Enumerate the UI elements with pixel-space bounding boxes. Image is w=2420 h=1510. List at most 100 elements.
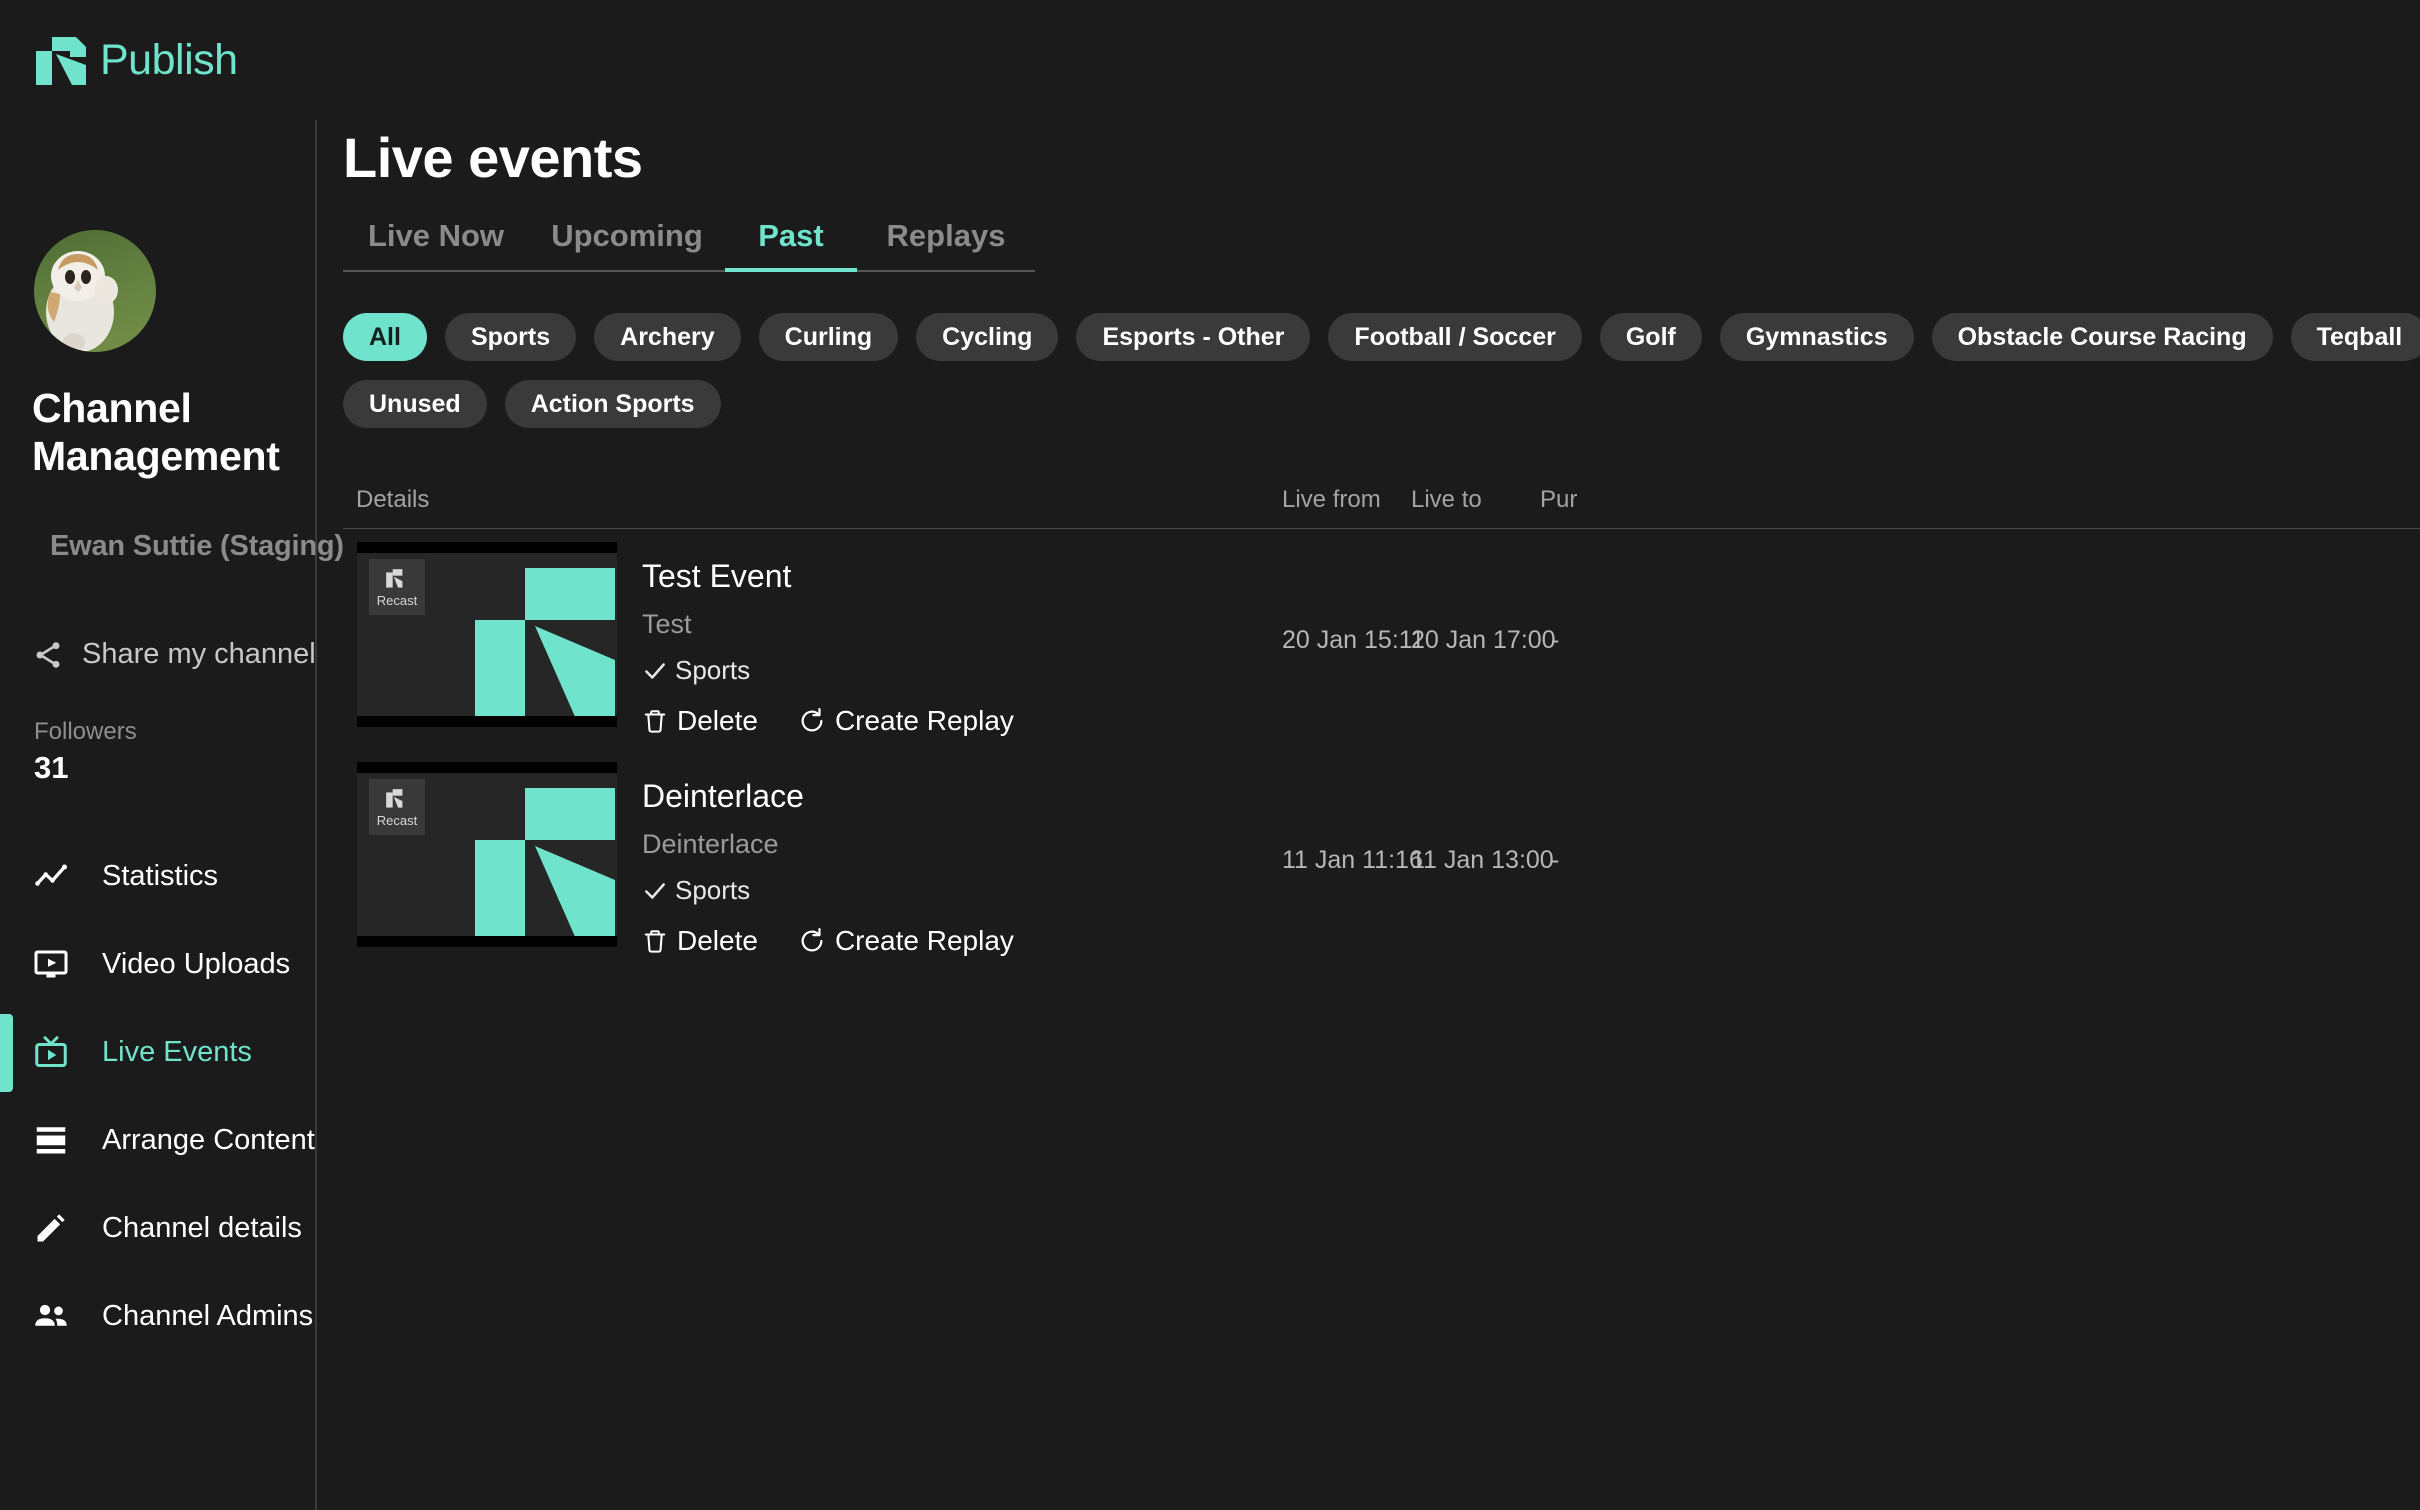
- sidebar-item-video-uploads[interactable]: Video Uploads: [0, 920, 316, 1008]
- chip-football-soccer[interactable]: Football / Soccer: [1328, 313, 1582, 361]
- recast-logo-icon: [475, 788, 615, 947]
- delete-label: Delete: [677, 925, 758, 956]
- sidebar-item-label: Arrange Content: [102, 1123, 315, 1156]
- table-row: Recast Test Event Test Sports Delete Cre…: [343, 529, 2420, 749]
- chip-golf[interactable]: Golf: [1599, 313, 1702, 361]
- channel-owner: Ewan Suttie (Staging): [50, 530, 344, 562]
- event-subtitle: Deinterlace: [642, 829, 779, 859]
- event-category: Sports: [642, 875, 750, 906]
- video-monitor-icon: [32, 945, 70, 983]
- chip-sports[interactable]: Sports: [444, 313, 577, 361]
- create-replay-button[interactable]: Create Replay: [798, 925, 1014, 957]
- event-category-label: Sports: [675, 875, 751, 905]
- tv-play-icon: [32, 1033, 70, 1071]
- brand-logo[interactable]: Publish: [36, 36, 238, 85]
- sidebar-item-live-events[interactable]: Live Events: [0, 1008, 316, 1096]
- chip-esports-other[interactable]: Esports - Other: [1076, 313, 1311, 361]
- event-thumbnail[interactable]: Recast: [357, 762, 617, 947]
- chip-curling[interactable]: Curling: [758, 313, 899, 361]
- refresh-icon: [801, 927, 823, 952]
- owl-avatar-image: [34, 230, 156, 352]
- cell-live-to: 20 Jan 17:00: [1411, 626, 1556, 654]
- event-title[interactable]: Deinterlace: [642, 778, 804, 815]
- main-content: Live events Live Now Upcoming Past Repla…: [316, 0, 2420, 1510]
- trash-icon: [644, 930, 666, 953]
- cell-purchases: -: [1551, 846, 1560, 874]
- thumbnail-letterbox-bottom: [357, 936, 617, 947]
- refresh-icon: [801, 707, 823, 732]
- chip-all[interactable]: All: [343, 313, 427, 361]
- avatar[interactable]: [34, 230, 156, 352]
- create-replay-button[interactable]: Create Replay: [798, 705, 1014, 737]
- thumbnail-letterbox-top: [357, 542, 617, 553]
- event-category-label: Sports: [675, 655, 751, 685]
- trash-icon: [644, 710, 666, 733]
- column-header-purchases: Pur: [1540, 486, 1578, 513]
- share-my-channel-label: Share my channel: [82, 638, 316, 670]
- category-filter-chips: All Sports Archery Curling Cycling Espor…: [343, 313, 2420, 428]
- cell-purchases: -: [1551, 626, 1560, 654]
- recast-logo-icon: [36, 36, 86, 85]
- share-icon: [36, 641, 60, 668]
- create-replay-label: Create Replay: [834, 925, 1014, 956]
- chip-unused[interactable]: Unused: [343, 380, 487, 428]
- recast-watermark: Recast: [369, 559, 425, 615]
- tab-bar: Live Now Upcoming Past Replays: [343, 210, 1035, 272]
- sidebar-nav: Statistics Video Uploads Live Events Arr…: [0, 832, 316, 1360]
- chip-cycling[interactable]: Cycling: [916, 313, 1059, 361]
- tab-past[interactable]: Past: [725, 218, 857, 272]
- recast-watermark-label: Recast: [376, 813, 418, 828]
- tab-upcoming[interactable]: Upcoming: [529, 218, 725, 270]
- chip-gymnastics[interactable]: Gymnastics: [1719, 313, 1914, 361]
- thumbnail-letterbox-top: [357, 762, 617, 773]
- event-thumbnail[interactable]: Recast: [357, 542, 617, 727]
- event-title[interactable]: Test Event: [642, 558, 791, 595]
- recast-logo-icon: [475, 568, 615, 727]
- sidebar-item-label: Channel details: [102, 1211, 302, 1244]
- cell-live-from: 20 Jan 15:11: [1282, 626, 1425, 654]
- share-my-channel-button[interactable]: Share my channel: [32, 638, 316, 671]
- table-header-row: Details Live from Live to Pur: [343, 467, 2420, 529]
- people-icon: [32, 1297, 70, 1335]
- followers-count: 31: [34, 750, 69, 785]
- event-subtitle: Test: [642, 609, 692, 639]
- sidebar-item-channel-details[interactable]: Channel details: [0, 1184, 316, 1272]
- thumbnail-letterbox-bottom: [357, 716, 617, 727]
- channel-name: Channel Management: [32, 385, 280, 479]
- column-header-live-from: Live from: [1282, 486, 1381, 513]
- chip-teqball[interactable]: Teqball: [2290, 313, 2420, 361]
- tab-replays[interactable]: Replays: [857, 218, 1035, 270]
- tab-live-now[interactable]: Live Now: [343, 218, 529, 270]
- event-actions: Delete Create Replay: [642, 705, 1014, 737]
- chip-archery[interactable]: Archery: [594, 313, 741, 361]
- rows-layout-icon: [32, 1121, 70, 1159]
- event-actions: Delete Create Replay: [642, 925, 1014, 957]
- event-category: Sports: [642, 655, 750, 686]
- sidebar-item-statistics[interactable]: Statistics: [0, 832, 316, 920]
- pencil-icon: [32, 1209, 70, 1247]
- app-root: Publish Channel Management Ewan Suttie (…: [0, 0, 2420, 1510]
- sidebar-item-channel-admins[interactable]: Channel Admins: [0, 1272, 316, 1360]
- sidebar-item-label: Statistics: [102, 859, 219, 892]
- events-table: Details Live from Live to Pur Recast Tes…: [343, 467, 2420, 969]
- brand-name: Publish: [100, 36, 238, 84]
- chip-action-sports[interactable]: Action Sports: [504, 380, 721, 428]
- column-header-live-to: Live to: [1411, 486, 1482, 513]
- recast-watermark: Recast: [369, 779, 425, 835]
- recast-mark-icon: [386, 569, 403, 588]
- sidebar-item-label: Video Uploads: [102, 947, 291, 980]
- delete-button[interactable]: Delete: [642, 925, 758, 957]
- sidebar-item-arrange-content[interactable]: Arrange Content: [0, 1096, 316, 1184]
- recast-watermark-label: Recast: [376, 593, 418, 608]
- delete-button[interactable]: Delete: [642, 705, 758, 737]
- sidebar-item-label: Channel Admins: [102, 1299, 314, 1332]
- chip-obstacle-course-racing[interactable]: Obstacle Course Racing: [1931, 313, 2273, 361]
- sidebar-item-label: Live Events: [102, 1035, 252, 1068]
- trending-line-icon: [32, 857, 70, 895]
- followers-label: Followers: [34, 718, 137, 745]
- check-icon: [645, 662, 665, 679]
- cell-live-to: 11 Jan 13:00: [1411, 846, 1554, 874]
- column-header-details: Details: [356, 486, 430, 513]
- sidebar: Publish Channel Management Ewan Suttie (…: [0, 0, 344, 1510]
- page-title: Live events: [343, 126, 643, 189]
